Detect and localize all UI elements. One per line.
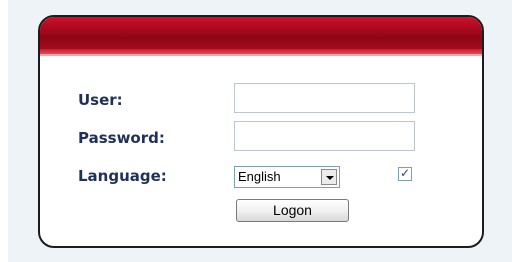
panel-header-bar (40, 17, 482, 49)
login-panel: User: Password: Language: English ✓ Logo… (38, 15, 484, 248)
remember-checkbox[interactable]: ✓ (398, 166, 412, 181)
password-input[interactable] (234, 121, 415, 151)
language-select[interactable]: English (234, 166, 340, 188)
language-label: Language: (78, 167, 167, 185)
checkmark-icon: ✓ (400, 166, 411, 180)
panel-header-line (40, 54, 482, 56)
logon-button[interactable]: Logon (236, 199, 349, 222)
language-select-value: English (238, 169, 281, 184)
user-input[interactable] (234, 83, 415, 113)
password-label: Password: (78, 129, 165, 147)
chevron-down-icon[interactable] (321, 169, 337, 185)
user-label: User: (78, 91, 123, 109)
